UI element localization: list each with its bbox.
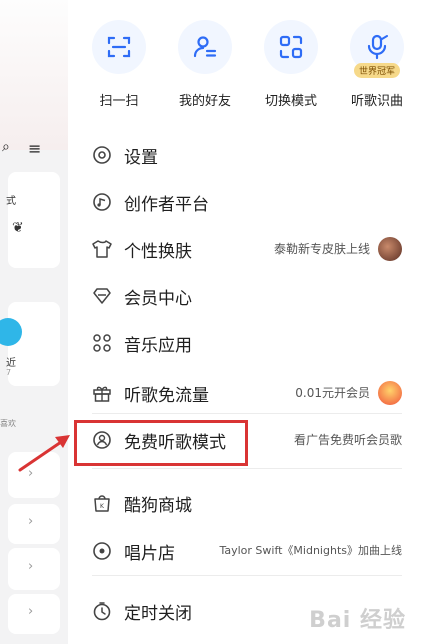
switch-mode-button[interactable]: 切换模式 <box>248 20 334 109</box>
search-icon[interactable]: ⌕ <box>2 139 10 155</box>
like-label: 喜欢 <box>0 419 16 428</box>
timer-icon <box>93 602 111 621</box>
menu-item-record-store[interactable]: 唱片店 Taylor Swift《Midnights》加曲上线 <box>68 529 422 573</box>
vip-icon <box>93 288 111 304</box>
menu-item-kugou-shop[interactable]: K 酷狗商城 <box>68 481 422 525</box>
menu-item-creator-platform[interactable]: 创作者平台 <box>68 180 422 224</box>
creator-icon <box>93 193 111 211</box>
menu-item-settings[interactable]: 设置 <box>68 133 422 177</box>
menu-label: 创作者平台 <box>124 195 209 215</box>
side-drawer: 扫一扫 我的好友 切换模式 世界冠军 听歌识曲 设置 创作者平台 个性换肤 泰勒… <box>68 0 422 644</box>
apps-icon <box>93 334 111 352</box>
background-card-recent: 近 7 <box>6 302 60 386</box>
switch-mode-icon <box>264 20 318 74</box>
watermark: Bai 经验 <box>309 608 406 633</box>
shirt-icon <box>92 240 112 258</box>
song-recognition-icon: 世界冠军 <box>350 20 404 78</box>
chevron-right-icon: › <box>28 559 34 574</box>
skin-promo-text: 泰勒新专皮肤上线 <box>273 242 370 256</box>
shop-icon: K <box>94 495 110 512</box>
friends-label: 我的好友 <box>178 94 231 109</box>
recent-label: 近 <box>6 358 16 369</box>
champion-badge: 世界冠军 <box>353 63 401 78</box>
chevron-right-icon: › <box>28 604 34 619</box>
gift-icon <box>93 386 111 402</box>
background-row[interactable]: › <box>8 452 60 498</box>
menu-label: 定时关闭 <box>124 604 192 624</box>
menu-label: 唱片店 <box>124 544 175 564</box>
promo-thumbnail <box>378 381 402 405</box>
highlight-box <box>74 420 248 466</box>
menu-icon[interactable]: ≡ <box>28 139 41 158</box>
chevron-right-icon: › <box>28 466 34 481</box>
menu-label: 设置 <box>124 148 158 168</box>
free-mode-promo-text: 看广告免费听会员歌 <box>293 433 402 447</box>
scan-button[interactable]: 扫一扫 <box>76 20 162 109</box>
menu-item-free-data[interactable]: 听歌免流量 0.01元开会员 <box>68 371 422 415</box>
switch-mode-label: 切换模式 <box>264 94 317 109</box>
divider <box>92 413 402 414</box>
heart-icon: ❦ <box>12 220 24 236</box>
friends-icon <box>178 20 232 74</box>
free-data-promo-text: 0.01元开会员 <box>295 386 370 400</box>
svg-text:K: K <box>100 503 105 510</box>
menu-label: 会员中心 <box>124 289 192 309</box>
skin-thumbnail <box>378 237 402 261</box>
record-store-promo-text: Taylor Swift《Midnights》加曲上线 <box>219 544 402 557</box>
menu-item-music-apps[interactable]: 音乐应用 <box>68 321 422 365</box>
quick-actions: 扫一扫 我的好友 切换模式 世界冠军 听歌识曲 <box>68 20 422 115</box>
menu-item-skins[interactable]: 个性换肤 泰勒新专皮肤上线 <box>68 227 422 271</box>
recent-count: 7 <box>6 368 12 377</box>
background-row[interactable]: › <box>8 594 60 634</box>
friends-button[interactable]: 我的好友 <box>162 20 248 109</box>
menu-item-vip-center[interactable]: 会员中心 <box>68 274 422 318</box>
menu-label: 音乐应用 <box>124 336 192 356</box>
menu-label: 酷狗商城 <box>124 496 192 516</box>
mode-label: 式 <box>6 196 16 207</box>
scan-label: 扫一扫 <box>99 94 139 109</box>
divider <box>92 575 402 576</box>
divider <box>92 468 402 469</box>
background-app: ⌕ ≡ 式 ❦ 近 7 喜欢 › › › › <box>0 0 68 644</box>
song-recognition-label: 听歌识曲 <box>350 94 403 109</box>
menu-label: 个性换肤 <box>124 242 192 262</box>
background-row[interactable]: › <box>8 504 60 544</box>
background-card: 式 ❦ <box>6 172 60 268</box>
song-recognition-button[interactable]: 世界冠军 听歌识曲 <box>334 20 420 109</box>
scan-icon <box>92 20 146 74</box>
menu-label: 听歌免流量 <box>124 386 209 406</box>
chevron-right-icon: › <box>28 514 34 529</box>
background-row[interactable]: › <box>8 548 60 590</box>
vinyl-icon <box>93 542 111 560</box>
background-header <box>0 0 68 150</box>
settings-icon <box>93 146 111 164</box>
